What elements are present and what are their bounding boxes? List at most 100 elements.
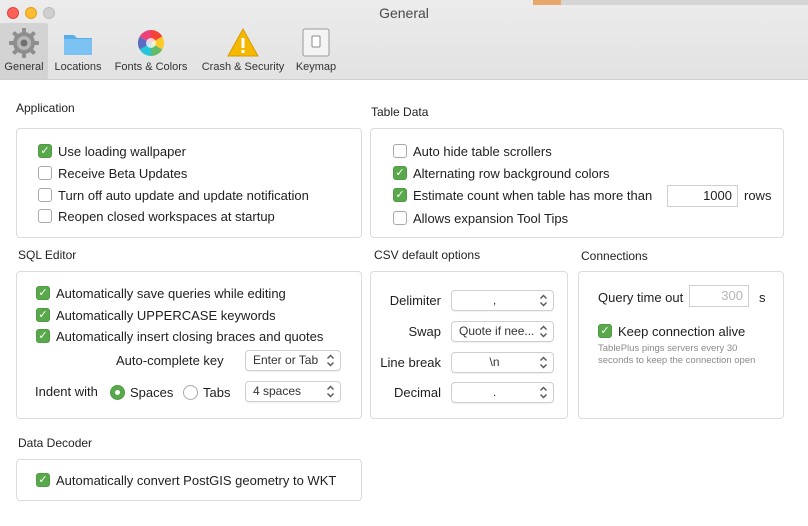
chevron-updown-icon [540, 356, 547, 369]
option-label: Automatically insert closing braces and … [56, 328, 324, 344]
tab-label: Crash & Security [201, 61, 285, 73]
decimal-label: Decimal [394, 385, 441, 400]
select-value: Enter or Tab [253, 353, 319, 367]
connections-panel: Query time out 300 s ✓ Keep connection a… [578, 271, 784, 419]
checkbox-checked[interactable]: ✓ [36, 329, 50, 343]
chevron-updown-icon [540, 386, 547, 399]
section-title-table-data: Table Data [371, 105, 429, 119]
estimate-count-unit: rows [744, 188, 772, 203]
option-label: Turn off auto update and update notifica… [58, 187, 309, 203]
delimiter-label: Delimiter [389, 293, 441, 308]
table-data-panel: Auto hide table scrollers ✓ Alternating … [370, 128, 784, 238]
tab-label: Fonts & Colors [114, 61, 188, 73]
checkbox-checked[interactable]: ✓ [36, 286, 50, 300]
radio-unselected[interactable] [183, 384, 198, 400]
select-value: . [492, 385, 497, 399]
option-uppercase-keywords[interactable]: ✓ Automatically UPPERCASE keywords [36, 306, 276, 324]
autocomplete-key-select[interactable]: Enter or Tab [245, 350, 341, 371]
query-timeout-unit: s [759, 290, 766, 305]
checkbox-unchecked[interactable] [393, 144, 407, 158]
tab-keymap[interactable]: Keymap [292, 23, 340, 79]
checkbox-unchecked[interactable] [38, 209, 52, 223]
application-panel: ✓ Use loading wallpaper Receive Beta Upd… [16, 128, 362, 238]
chevron-updown-icon [327, 354, 334, 367]
tab-label: Keymap [295, 61, 337, 73]
keep-alive-note: TablePlus pings servers every 30 seconds… [598, 343, 756, 366]
option-expansion-tooltips[interactable]: Allows expansion Tool Tips [393, 209, 568, 227]
color-wheel-icon [137, 29, 165, 57]
option-label: Auto hide table scrollers [413, 143, 552, 159]
option-label: Automatically UPPERCASE keywords [56, 307, 276, 323]
csv-options-panel: Delimiter , Swap Quote if nee... Line br… [370, 271, 568, 419]
folder-icon [64, 35, 92, 55]
tab-crash-security[interactable]: Crash & Security [196, 23, 290, 79]
section-title-application: Application [16, 101, 75, 115]
line-break-label: Line break [380, 355, 441, 370]
option-label: Automatically convert PostGIS geometry t… [56, 472, 337, 488]
sql-editor-panel: ✓ Automatically save queries while editi… [16, 271, 362, 419]
option-autosave-queries[interactable]: ✓ Automatically save queries while editi… [36, 284, 286, 302]
select-value: , [492, 293, 497, 307]
gear-icon [9, 28, 39, 58]
checkbox-unchecked[interactable] [38, 166, 52, 180]
checkbox-checked[interactable]: ✓ [36, 308, 50, 322]
option-keep-connection-alive[interactable]: ✓ Keep connection alive [598, 322, 745, 340]
option-convert-postgis[interactable]: ✓ Automatically convert PostGIS geometry… [36, 471, 336, 489]
tab-general[interactable]: General [0, 23, 48, 79]
select-value: 4 spaces [253, 384, 302, 398]
tab-label: Locations [54, 61, 102, 73]
query-timeout-label: Query time out [598, 290, 684, 305]
option-auto-hide-scrollers[interactable]: Auto hide table scrollers [393, 142, 552, 160]
option-label: Alternating row background colors [413, 165, 610, 181]
checkbox-unchecked[interactable] [38, 188, 52, 202]
swap-select[interactable]: Quote if nee... [451, 321, 554, 342]
indent-tabs-radio[interactable]: Tabs [183, 383, 230, 401]
select-value: \n [489, 355, 500, 369]
delimiter-select[interactable]: , [451, 290, 554, 311]
tab-fonts-colors[interactable]: Fonts & Colors [109, 23, 193, 79]
section-title-data-decoder: Data Decoder [18, 436, 93, 450]
keyboard-key-icon [302, 28, 330, 57]
option-label: Use loading wallpaper [58, 143, 186, 159]
option-label: Receive Beta Updates [58, 165, 188, 181]
line-break-select[interactable]: \n [451, 352, 554, 373]
option-label: Keep connection alive [618, 323, 746, 339]
option-receive-beta-updates[interactable]: Receive Beta Updates [38, 164, 187, 182]
query-timeout-input[interactable]: 300 [689, 285, 749, 307]
select-value: Quote if nee... [459, 324, 535, 338]
checkbox-checked[interactable]: ✓ [38, 144, 52, 158]
radio-selected[interactable] [110, 384, 125, 400]
section-title-csv-options: CSV default options [374, 248, 481, 262]
option-estimate-count[interactable]: ✓ Estimate count when table has more tha… [393, 186, 652, 204]
radio-label: Spaces [130, 384, 174, 400]
warning-icon [227, 27, 259, 57]
checkbox-checked[interactable]: ✓ [393, 188, 407, 202]
checkbox-checked[interactable]: ✓ [36, 473, 50, 487]
chevron-updown-icon [540, 325, 547, 338]
option-label: Estimate count when table has more than [413, 187, 653, 203]
option-reopen-workspaces[interactable]: Reopen closed workspaces at startup [38, 207, 275, 225]
section-title-connections: Connections [581, 249, 648, 263]
radio-label: Tabs [203, 384, 231, 400]
data-decoder-panel: ✓ Automatically convert PostGIS geometry… [16, 459, 362, 501]
option-label: Automatically save queries while editing [56, 285, 286, 301]
checkbox-unchecked[interactable] [393, 211, 407, 225]
estimate-count-input[interactable]: 1000 [667, 185, 738, 207]
checkbox-checked[interactable]: ✓ [598, 324, 612, 338]
chevron-updown-icon [540, 294, 547, 307]
decimal-select[interactable]: . [451, 382, 554, 403]
window-title: General [379, 5, 429, 21]
checkbox-checked[interactable]: ✓ [393, 166, 407, 180]
section-title-sql-editor: SQL Editor [18, 248, 77, 262]
option-insert-closing-braces[interactable]: ✓ Automatically insert closing braces an… [36, 327, 323, 345]
indent-size-select[interactable]: 4 spaces [245, 381, 341, 402]
window-toolbar: General General Locations Fonts & Colors… [0, 0, 808, 80]
tab-label: General [4, 61, 44, 73]
option-use-loading-wallpaper[interactable]: ✓ Use loading wallpaper [38, 142, 186, 160]
swap-label: Swap [408, 324, 441, 339]
indent-spaces-radio[interactable]: Spaces [110, 383, 173, 401]
tab-locations[interactable]: Locations [50, 23, 106, 79]
option-turn-off-auto-update[interactable]: Turn off auto update and update notifica… [38, 186, 309, 204]
option-alternating-row-colors[interactable]: ✓ Alternating row background colors [393, 164, 610, 182]
option-label: Reopen closed workspaces at startup [58, 208, 275, 224]
